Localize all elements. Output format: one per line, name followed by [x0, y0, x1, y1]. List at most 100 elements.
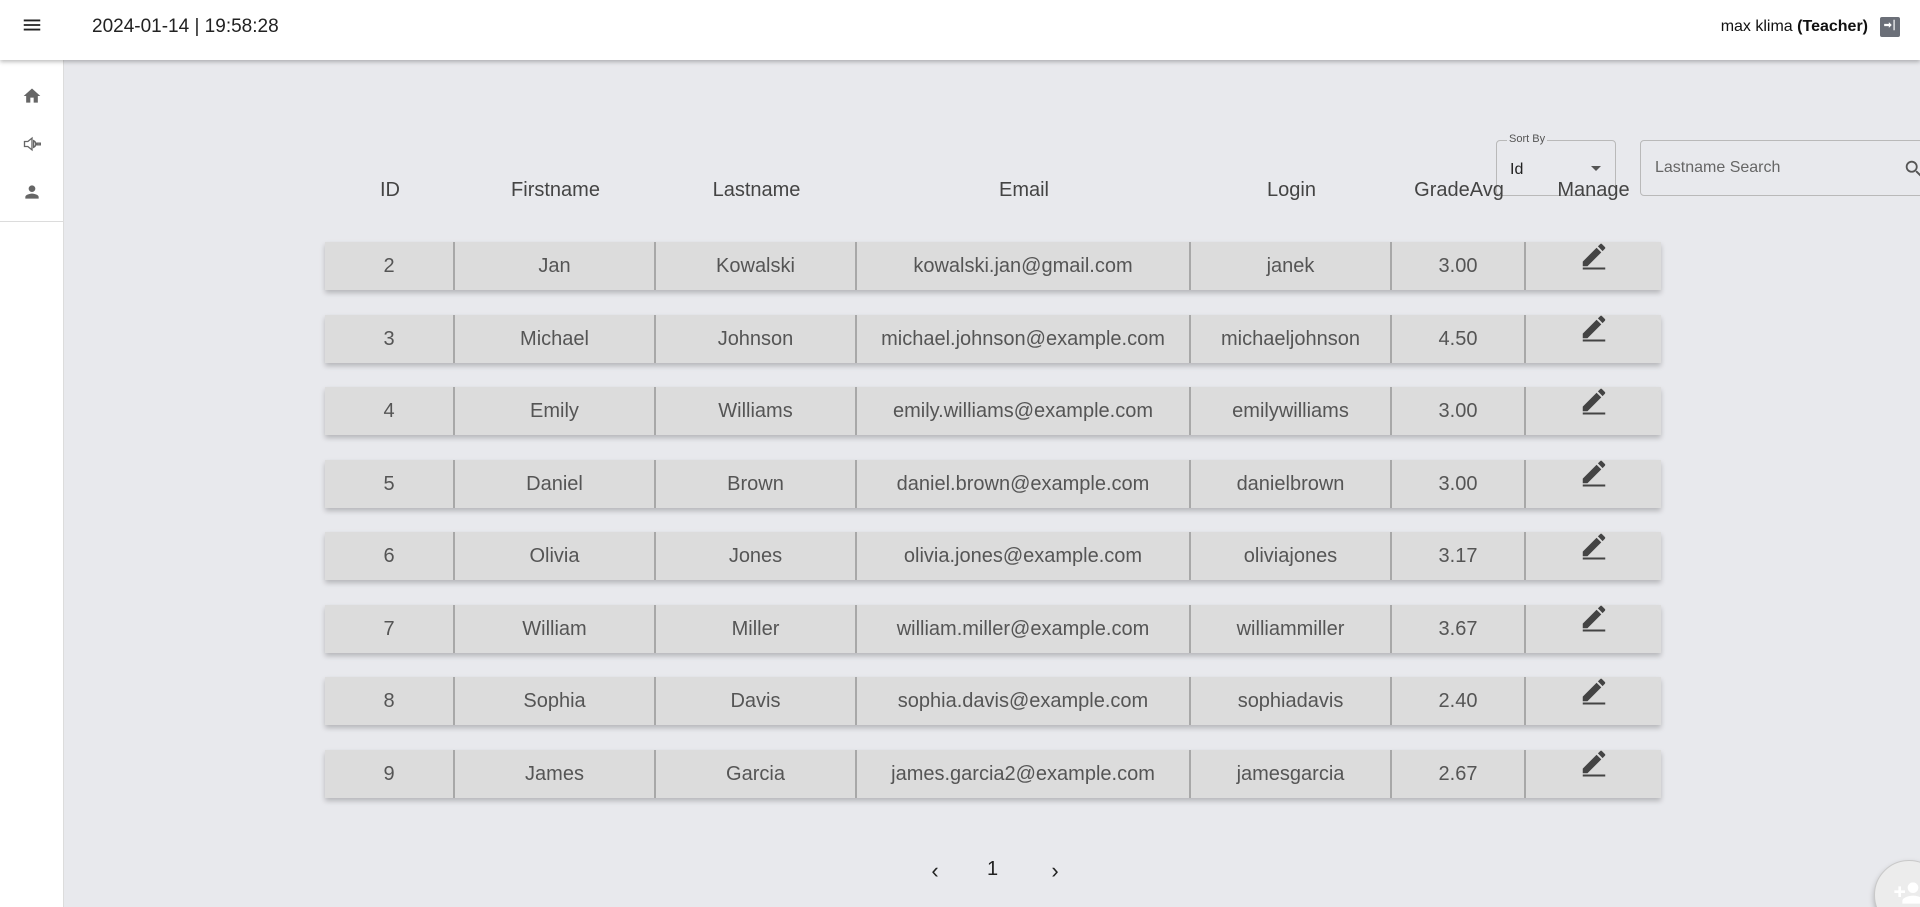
hamburger-icon [21, 14, 43, 41]
cell-id: 2 [325, 242, 455, 290]
edit-icon[interactable] [1579, 602, 1609, 650]
table-row: 3 Michael Johnson michael.johnson@example.c… [325, 314, 1661, 363]
cell-lastname: Williams [656, 387, 857, 435]
person-icon [22, 182, 42, 207]
edit-icon[interactable] [1579, 312, 1609, 360]
cell-login: emilywilliams [1191, 387, 1392, 435]
cell-login: michaeljohnson [1191, 314, 1392, 363]
cell-id: 6 [325, 532, 455, 580]
sidebar [0, 60, 64, 907]
cell-lastname: Brown [656, 459, 857, 508]
main-content: Sort By Id ID Firstname Lastname Email L… [64, 60, 1920, 907]
cell-gradeavg: 4.50 [1392, 314, 1526, 363]
pagination: ‹ 1 › [924, 852, 1064, 892]
cell-manage [1526, 242, 1661, 290]
next-page-button[interactable]: › [1044, 860, 1066, 882]
cell-manage [1526, 315, 1661, 363]
home-icon [22, 86, 42, 111]
sort-by-label: Sort By [1507, 133, 1548, 145]
cell-lastname: Jones [656, 532, 857, 580]
cell-id: 7 [325, 604, 455, 653]
table-row: 9 James Garcia james.garcia2@example.com jam… [325, 749, 1661, 798]
edit-icon[interactable] [1579, 385, 1609, 433]
sidebar-item-home[interactable] [0, 74, 64, 122]
search-icon[interactable] [1903, 158, 1920, 180]
menu-button[interactable] [20, 15, 44, 39]
cell-email: kowalski.jan@gmail.com [857, 242, 1191, 290]
cell-firstname: James [455, 749, 656, 798]
cell-manage [1526, 532, 1661, 580]
add-student-button[interactable] [1874, 860, 1920, 907]
page-number[interactable]: 1 [987, 858, 998, 881]
cell-firstname: William [455, 604, 656, 653]
cell-email: emily.williams@example.com [857, 387, 1191, 435]
cell-login: janek [1191, 242, 1392, 290]
cell-firstname: Sophia [455, 677, 656, 725]
cell-gradeavg: 3.00 [1392, 242, 1526, 290]
cell-firstname: Olivia [455, 532, 656, 580]
sidebar-nav [0, 60, 63, 222]
table-row: 8 Sophia Davis sophia.davis@example.com soph… [325, 677, 1661, 725]
header-manage: Manage [1557, 179, 1630, 201]
prev-page-button[interactable]: ‹ [924, 860, 946, 882]
datetime-display: 2024-01-14 | 19:58:28 [92, 16, 279, 37]
app-bar: 2024-01-14 | 19:58:28 max klima (Teacher… [0, 0, 1920, 60]
cell-lastname: Davis [656, 677, 857, 725]
cell-manage [1526, 460, 1661, 508]
table-row: 5 Daniel Brown daniel.brown@example.com dani… [325, 459, 1661, 508]
header-gradeavg: GradeAvg [1414, 179, 1504, 201]
cell-login: danielbrown [1191, 459, 1392, 508]
megaphone-icon [22, 134, 42, 159]
cell-gradeavg: 3.17 [1392, 532, 1526, 580]
edit-icon[interactable] [1579, 675, 1609, 723]
cell-firstname: Michael [455, 314, 656, 363]
cell-firstname: Daniel [455, 459, 656, 508]
cell-lastname: Miller [656, 604, 857, 653]
logout-icon [1883, 18, 1897, 37]
add-person-icon [1893, 877, 1920, 907]
cell-manage [1526, 605, 1661, 653]
cell-email: william.miller@example.com [857, 604, 1191, 653]
sidebar-item-announcements[interactable] [0, 122, 64, 170]
edit-icon[interactable] [1579, 240, 1609, 288]
lastname-search-input[interactable] [1641, 141, 1891, 195]
table-row: 7 William Miller william.miller@example.com… [325, 604, 1661, 653]
cell-gradeavg: 2.40 [1392, 677, 1526, 725]
lastname-search [1640, 140, 1920, 196]
cell-id: 8 [325, 677, 455, 725]
cell-id: 5 [325, 459, 455, 508]
cell-manage [1526, 387, 1661, 435]
cell-lastname: Kowalski [656, 242, 857, 290]
cell-login: jamesgarcia [1191, 749, 1392, 798]
table-header: ID Firstname Lastname Email Login GradeA… [325, 170, 1661, 210]
logout-button[interactable] [1880, 17, 1900, 37]
cell-firstname: Jan [455, 242, 656, 290]
cell-gradeavg: 3.00 [1392, 459, 1526, 508]
user-role: (Teacher) [1797, 18, 1868, 35]
cell-id: 4 [325, 387, 455, 435]
header-id: ID [380, 179, 400, 201]
user-name: max klima [1720, 18, 1793, 35]
cell-login: oliviajones [1191, 532, 1392, 580]
cell-email: sophia.davis@example.com [857, 677, 1191, 725]
edit-icon[interactable] [1579, 530, 1609, 578]
cell-login: williammiller [1191, 604, 1392, 653]
user-info: max klima (Teacher) [1721, 18, 1868, 36]
cell-email: olivia.jones@example.com [857, 532, 1191, 580]
cell-manage [1526, 750, 1661, 798]
sidebar-item-profile[interactable] [0, 170, 64, 218]
cell-login: sophiadavis [1191, 677, 1392, 725]
cell-lastname: Garcia [656, 749, 857, 798]
cell-email: james.garcia2@example.com [857, 749, 1191, 798]
edit-icon[interactable] [1579, 747, 1609, 795]
cell-email: michael.johnson@example.com [857, 314, 1191, 363]
table-row: 6 Olivia Jones olivia.jones@example.com oliv… [325, 532, 1661, 580]
header-lastname: Lastname [712, 179, 801, 201]
header-email: Email [998, 179, 1049, 201]
table-row: 2 Jan Kowalski kowalski.jan@gmail.com janek 3… [325, 242, 1661, 290]
cell-id: 3 [325, 314, 455, 363]
header-login: Login [1267, 179, 1316, 201]
edit-icon[interactable] [1579, 457, 1609, 505]
cell-id: 9 [325, 749, 455, 798]
cell-gradeavg: 3.00 [1392, 387, 1526, 435]
